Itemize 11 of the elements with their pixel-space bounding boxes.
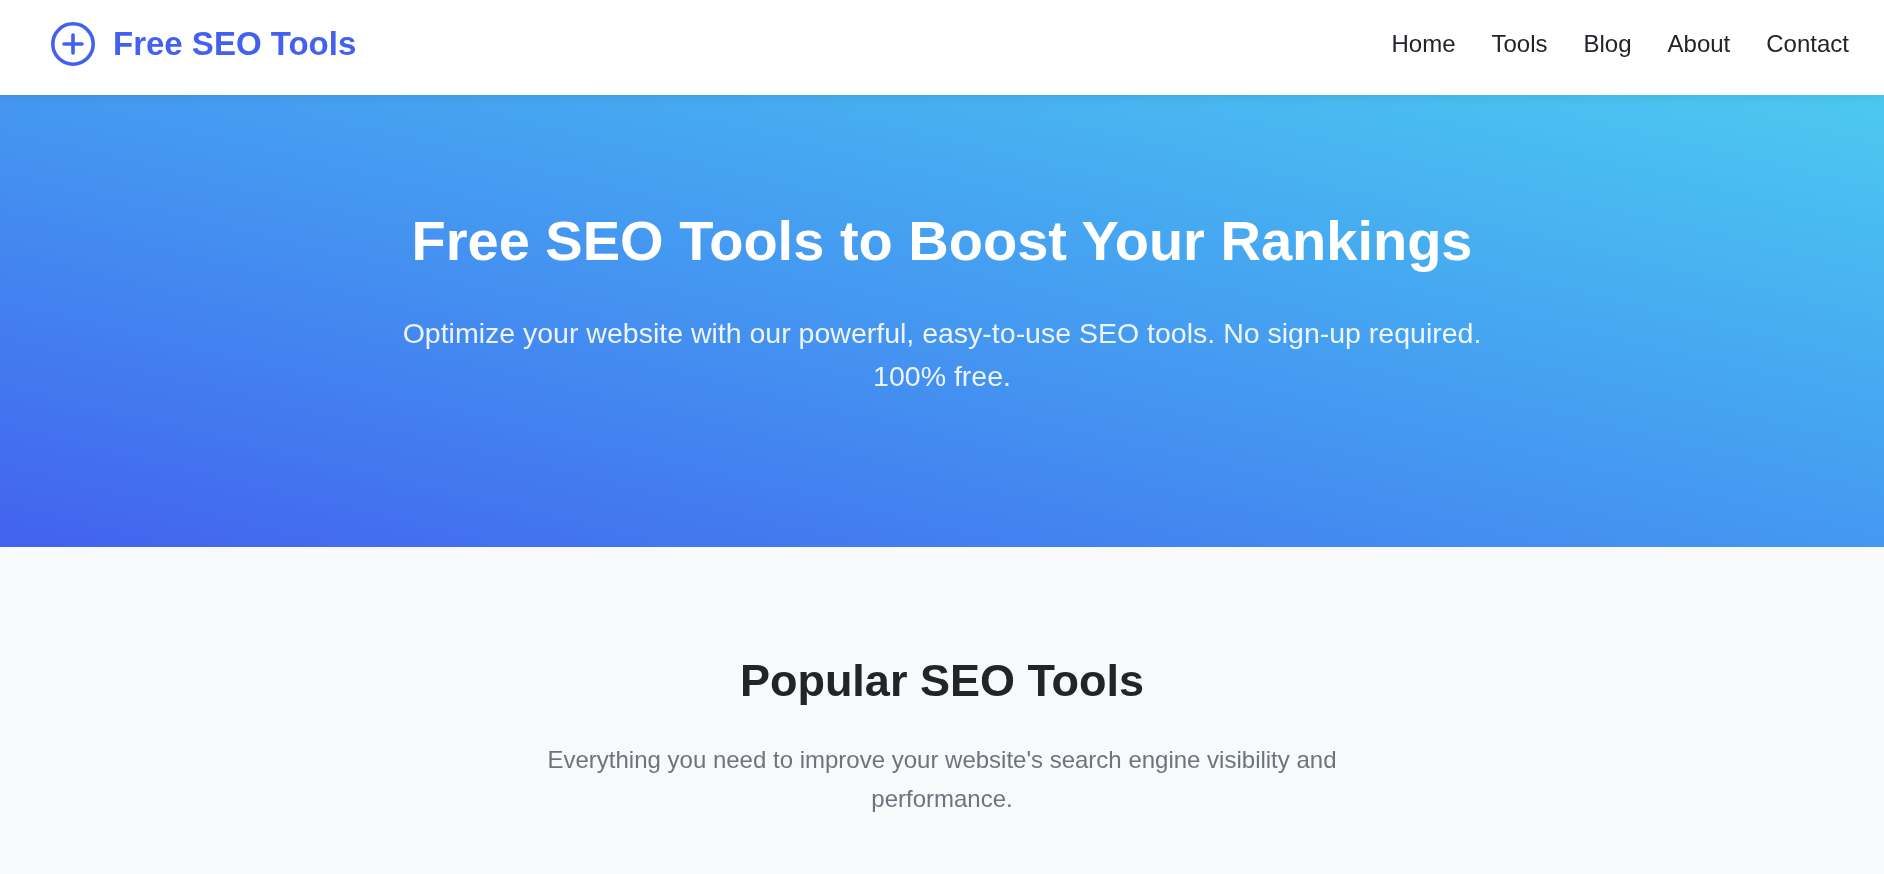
section-heading: Popular SEO Tools — [739, 654, 1145, 708]
section-description: Everything you need to improve your website's search engine visibility and performance. — [546, 745, 1338, 814]
hero-heading: Free SEO Tools to Boost Your Rankings — [411, 208, 1473, 274]
nav-link[interactable]: Contact — [1766, 31, 1849, 56]
nav-link[interactable]: Tools — [1491, 31, 1548, 56]
nav-link[interactable]: Blog — [1583, 31, 1632, 56]
hero-subtitle: Optimize your website with our powerful, easy-to-use SEO tools. No sign-up required. 100% free. — [401, 316, 1483, 395]
plus-circle-icon[interactable] — [51, 21, 95, 66]
nav-link[interactable]: Home — [1391, 31, 1456, 56]
nav-link[interactable]: About — [1667, 31, 1731, 56]
site-title[interactable]: Free SEO Tools — [113, 27, 357, 60]
